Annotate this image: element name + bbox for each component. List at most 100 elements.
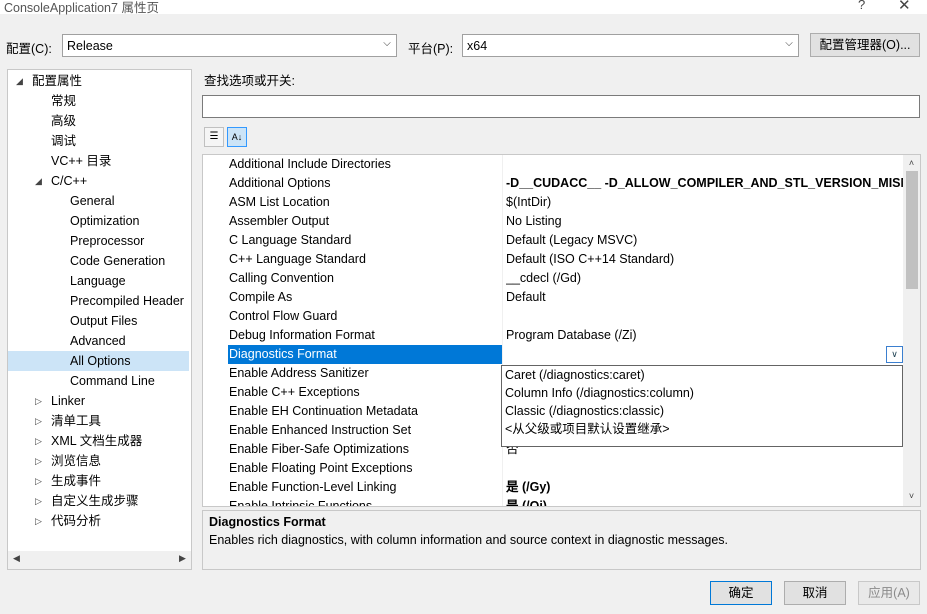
property-value[interactable] [506, 155, 903, 174]
grid-row[interactable]: Enable Floating Point Exceptions [203, 459, 903, 478]
grid-row[interactable]: Enable Function-Level Linking 是 (/Gy) [203, 478, 903, 497]
property-value[interactable]: 是 (/Oi) [506, 497, 903, 506]
tree-item[interactable]: Preprocessor [70, 231, 189, 251]
dropdown-option[interactable]: Caret (/diagnostics:caret) [505, 366, 645, 384]
scroll-right-icon[interactable]: ▶ [174, 553, 191, 564]
tree-item-label: Linker [51, 394, 86, 408]
tree-item-label: 高级 [51, 114, 77, 128]
tree-item[interactable]: XML 文档生成器 [51, 431, 189, 451]
tree-item[interactable]: 清单工具 [51, 411, 189, 431]
chevron-down-icon: ⌵ [383, 38, 391, 49]
configuration-manager-button[interactable]: 配置管理器(O)... [810, 33, 920, 57]
grid-row[interactable]: Calling Convention __cdecl (/Gd) [203, 269, 903, 288]
tree-item[interactable]: 高级 [51, 111, 189, 131]
grid-row[interactable]: C Language Standard Default (Legacy MSVC) [203, 231, 903, 250]
expanded-arrow-icon[interactable]: ◢ [16, 71, 23, 91]
dropdown-option[interactable]: Classic (/diagnostics:classic) [505, 402, 664, 420]
tree-horizontal-scrollbar[interactable]: ◀ ▶ [8, 551, 191, 569]
collapsed-arrow-icon[interactable]: ▷ [35, 511, 42, 531]
help-icon[interactable]: ? [858, 0, 865, 12]
collapsed-arrow-icon[interactable]: ▷ [35, 431, 42, 451]
apply-button[interactable]: 应用(A) [858, 581, 920, 605]
tree-item[interactable]: General [70, 191, 189, 211]
tree-item[interactable]: Advanced [70, 331, 189, 351]
tree-item-label: Advanced [70, 334, 126, 348]
property-name: C++ Language Standard [229, 252, 366, 266]
platform-combo[interactable]: x64 ⌵ [462, 34, 799, 57]
tree-item-label: Optimization [70, 214, 140, 228]
tree-item[interactable]: Command Line [70, 371, 189, 391]
grid-row[interactable]: ASM List Location $(IntDir) [203, 193, 903, 212]
search-input[interactable] [202, 95, 920, 118]
grid-row[interactable]: Enable Intrinsic Functions 是 (/Oi) [203, 497, 903, 507]
tree-item-label: Precompiled Header [70, 294, 184, 308]
tree-item[interactable]: 代码分析 [51, 511, 189, 531]
tree-item-label: 浏览信息 [51, 454, 102, 468]
tree-item[interactable]: 配置属性 [32, 71, 189, 91]
tree-item[interactable]: Output Files [70, 311, 189, 331]
property-value[interactable] [506, 307, 903, 326]
property-name: Additional Include Directories [229, 157, 391, 171]
tree-item[interactable]: All Options [8, 351, 189, 371]
property-value[interactable]: Program Database (/Zi) [506, 326, 903, 345]
property-name: Diagnostics Format [228, 345, 502, 364]
grid-row[interactable]: Control Flow Guard [203, 307, 903, 326]
property-value[interactable] [506, 345, 903, 364]
tree-item[interactable]: 常规 [51, 91, 189, 111]
title-bar: ConsoleApplication7 属性页 ? ✕ [0, 0, 927, 15]
grid-row[interactable]: C++ Language Standard Default (ISO C++14 … [203, 250, 903, 269]
property-value[interactable]: No Listing [506, 212, 903, 231]
grid-row[interactable]: Diagnostics Format [203, 345, 903, 364]
property-value[interactable]: __cdecl (/Gd) [506, 269, 903, 288]
scroll-left-icon[interactable]: ◀ [8, 553, 25, 564]
tree-item-label: Command Line [70, 374, 155, 388]
property-name: Enable Address Sanitizer [229, 366, 369, 380]
collapsed-arrow-icon[interactable]: ▷ [35, 391, 42, 411]
tree-item-label: 自定义生成步骤 [51, 494, 139, 508]
collapsed-arrow-icon[interactable]: ▷ [35, 471, 42, 491]
property-name: C Language Standard [229, 233, 352, 247]
config-combo[interactable]: Release ⌵ [62, 34, 397, 57]
grid-row[interactable]: Compile As Default [203, 288, 903, 307]
tree-item-label: C/C++ [51, 174, 88, 188]
collapsed-arrow-icon[interactable]: ▷ [35, 491, 42, 511]
search-label: 查找选项或开关: [204, 74, 295, 88]
expanded-arrow-icon[interactable]: ◢ [35, 171, 42, 191]
property-value[interactable]: Default (Legacy MSVC) [506, 231, 903, 250]
grid-row[interactable]: Debug Information Format Program Database… [203, 326, 903, 345]
tree-item[interactable]: Precompiled Header [70, 291, 189, 311]
tree-item[interactable]: Code Generation [70, 251, 189, 271]
property-value[interactable]: -D__CUDACC__ -D_ALLOW_COMPILER_AND_STL_V… [506, 174, 903, 193]
tree-item[interactable]: 自定义生成步骤 [51, 491, 189, 511]
ok-button[interactable]: 确定 [710, 581, 772, 605]
cancel-button[interactable]: 取消 [784, 581, 846, 605]
tree-item[interactable]: Language [70, 271, 189, 291]
chevron-down-icon[interactable]: ∨ [886, 346, 903, 363]
property-name: Enable Intrinsic Functions [229, 499, 373, 507]
tree-item[interactable]: Linker [51, 391, 189, 411]
tree-item[interactable]: C/C++ [51, 171, 189, 191]
categorized-view-icon[interactable]: ☰ [204, 127, 224, 147]
tree-item[interactable]: VC++ 目录 [51, 151, 189, 171]
dropdown-option[interactable]: <从父级或项目默认设置继承> [505, 420, 670, 438]
close-icon[interactable]: ✕ [898, 0, 911, 14]
collapsed-arrow-icon[interactable]: ▷ [35, 451, 42, 471]
scroll-up-icon[interactable]: ˄ [903, 158, 920, 168]
collapsed-arrow-icon[interactable]: ▷ [35, 411, 42, 431]
property-value[interactable] [506, 459, 903, 478]
property-value[interactable]: Default [506, 288, 903, 307]
tree-item[interactable]: 生成事件 [51, 471, 189, 491]
tree-item[interactable]: Optimization [70, 211, 189, 231]
grid-row[interactable]: Additional Include Directories [203, 155, 903, 174]
property-value[interactable]: $(IntDir) [506, 193, 903, 212]
tree-item[interactable]: 调试 [51, 131, 189, 151]
scroll-down-icon[interactable]: ˅ [903, 491, 920, 501]
property-value[interactable]: Default (ISO C++14 Standard) [506, 250, 903, 269]
tree-item[interactable]: 浏览信息 [51, 451, 189, 471]
scroll-thumb[interactable] [906, 171, 918, 289]
grid-row[interactable]: Assembler Output No Listing [203, 212, 903, 231]
property-value[interactable]: 是 (/Gy) [506, 478, 903, 497]
grid-row[interactable]: Additional Options -D__CUDACC__ -D_ALLOW_… [203, 174, 903, 193]
alphabetical-sort-icon[interactable]: A↓ [227, 127, 247, 147]
dropdown-option[interactable]: Column Info (/diagnostics:column) [505, 384, 694, 402]
